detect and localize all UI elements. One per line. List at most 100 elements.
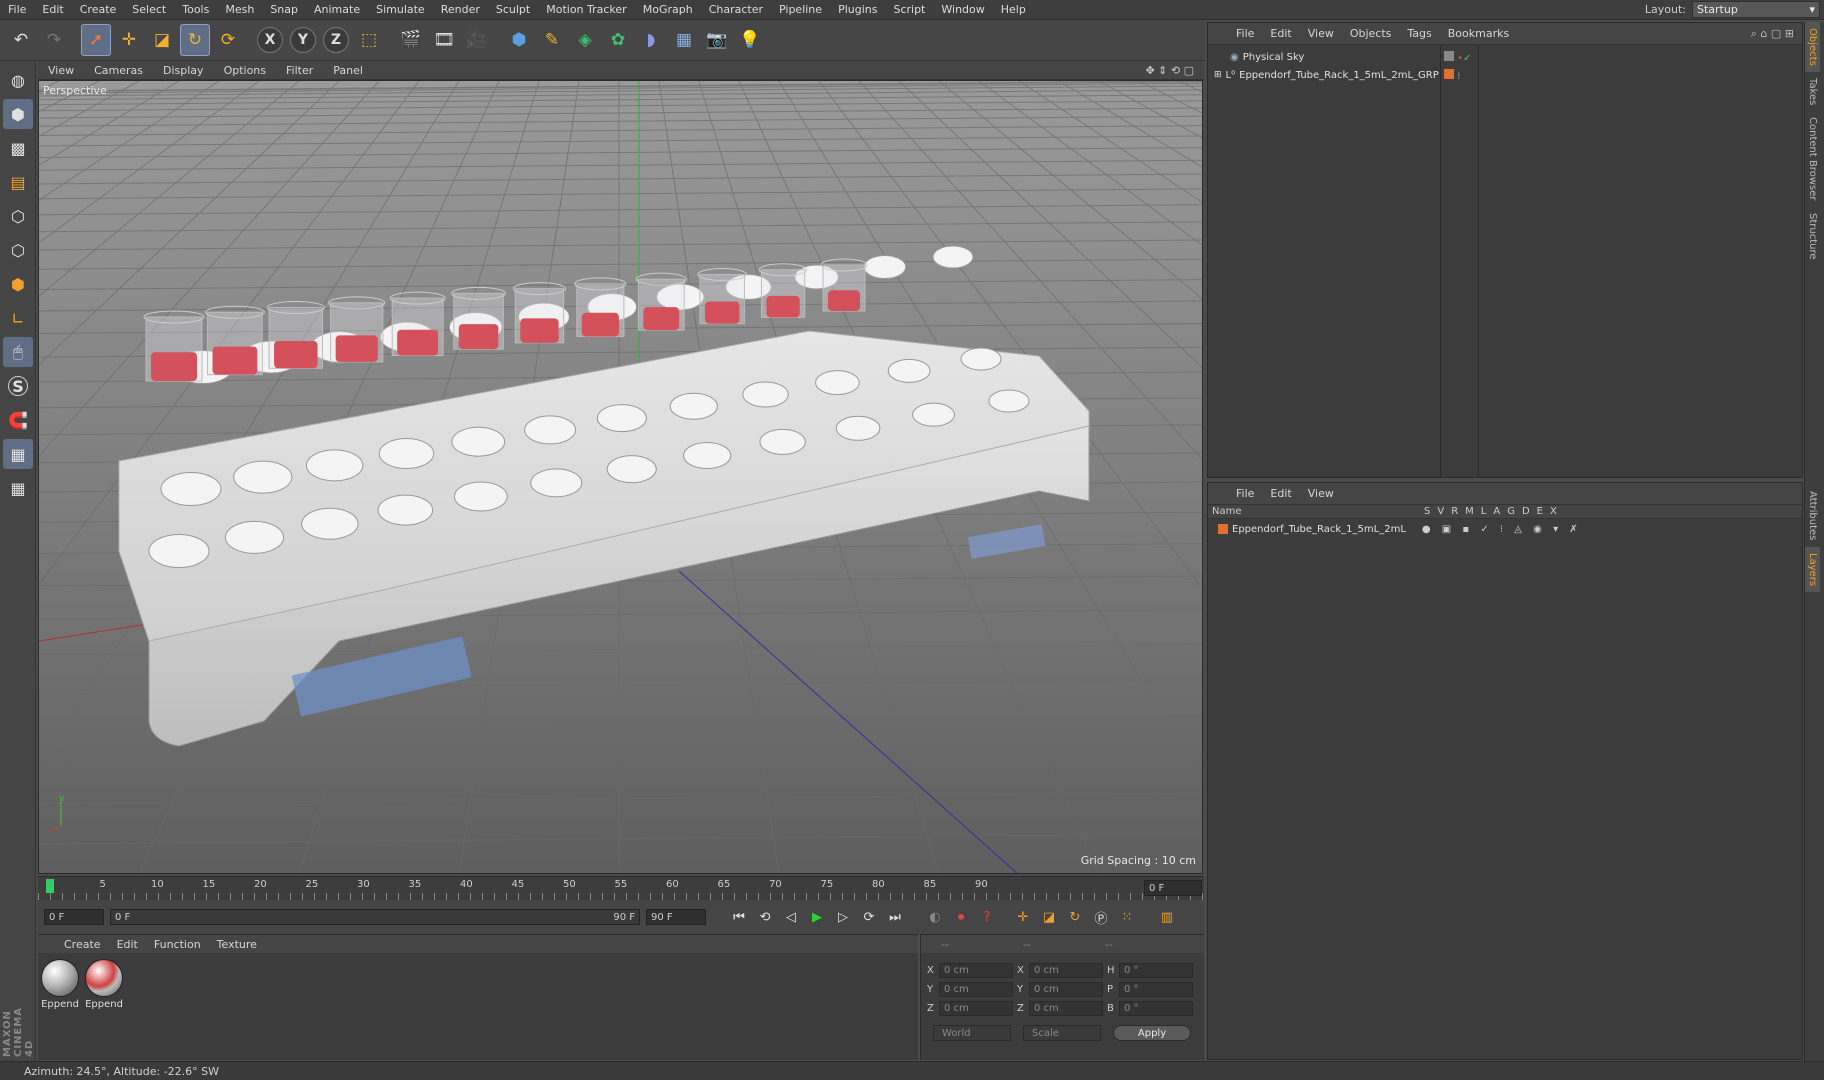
tab-objects[interactable]: Objects: [1805, 22, 1820, 72]
viewport-nav-icons[interactable]: ✥ ⇕ ⟲ ▢: [1135, 64, 1204, 77]
tab-layers[interactable]: Layers: [1805, 546, 1820, 592]
goto-end-button[interactable]: ⏭: [884, 906, 906, 928]
deformer-button[interactable]: ◗: [636, 24, 666, 56]
size-z-field[interactable]: 0 cm: [1029, 1001, 1103, 1016]
3d-viewport[interactable]: y Perspective Grid Spacing : 10 cm: [38, 80, 1203, 874]
make-editable-button[interactable]: ◍: [3, 65, 33, 95]
edges-mode-button[interactable]: ⬡: [3, 235, 33, 265]
mat-menu-texture[interactable]: Texture: [209, 938, 265, 951]
menu-edit[interactable]: Edit: [34, 3, 71, 16]
obj-menu-view[interactable]: View: [1300, 27, 1342, 40]
layer-col-l[interactable]: L: [1481, 506, 1487, 517]
frame-range-slider[interactable]: 0 F 90 F: [110, 909, 640, 925]
layout-dropdown[interactable]: Startup ▾: [1692, 1, 1820, 18]
next-key-button[interactable]: ⟳: [858, 906, 880, 928]
menu-animate[interactable]: Animate: [306, 3, 368, 16]
goto-start-button[interactable]: ⏮: [728, 906, 750, 928]
pen-button[interactable]: ✎: [537, 24, 567, 56]
workplane-button[interactable]: ▤: [3, 167, 33, 197]
pos-x-field[interactable]: 0 cm: [939, 963, 1013, 978]
obj-menu-objects[interactable]: Objects: [1342, 27, 1400, 40]
texture-mode-button[interactable]: ▩: [3, 133, 33, 163]
object-row[interactable]: ◉ Physical Sky: [1230, 49, 1304, 65]
max-frame-field[interactable]: 90 F: [646, 909, 706, 925]
menu-sculpt[interactable]: Sculpt: [488, 3, 538, 16]
menu-window[interactable]: Window: [933, 3, 992, 16]
render-picture-viewer-button[interactable]: 🎞: [429, 24, 459, 56]
layer-col-x[interactable]: X: [1550, 506, 1557, 517]
subdivision-button[interactable]: ◈: [570, 24, 600, 56]
object-row[interactable]: ⊞ L⁰ Eppendorf_Tube_Rack_1_5mL_2mL_GRP: [1214, 67, 1439, 83]
prev-frame-button[interactable]: ◁: [780, 906, 802, 928]
rot-p-field[interactable]: 0 °: [1119, 982, 1193, 997]
menu-plugins[interactable]: Plugins: [830, 3, 885, 16]
render-view-button[interactable]: 🎬: [396, 24, 426, 56]
viewport-menu-cameras[interactable]: Cameras: [84, 64, 153, 77]
grid-lock-button[interactable]: ▦: [3, 473, 33, 503]
cloner-button[interactable]: ✿: [603, 24, 633, 56]
menu-simulate[interactable]: Simulate: [368, 3, 433, 16]
material-swatch[interactable]: Eppend: [84, 959, 124, 1010]
scale-button[interactable]: ◪: [147, 24, 177, 56]
key-position-button[interactable]: ✛: [1012, 906, 1034, 928]
pos-y-field[interactable]: 0 cm: [939, 982, 1013, 997]
mat-menu-edit[interactable]: Edit: [109, 938, 146, 951]
key-rotation-button[interactable]: ↻: [1064, 906, 1086, 928]
rot-h-field[interactable]: 0 °: [1119, 963, 1193, 978]
mat-menu-function[interactable]: Function: [146, 938, 209, 951]
coord-system-button[interactable]: ⬚: [354, 24, 384, 56]
tweak-mode-button[interactable]: 🖱: [3, 337, 33, 367]
layer-menu-file[interactable]: File: [1228, 487, 1262, 500]
layer-menu-edit[interactable]: Edit: [1262, 487, 1299, 500]
obj-menu-edit[interactable]: Edit: [1262, 27, 1299, 40]
size-x-field[interactable]: 0 cm: [1029, 963, 1103, 978]
recent-tool-button[interactable]: ⟳: [213, 24, 243, 56]
layer-col-d[interactable]: D: [1522, 506, 1530, 517]
y-axis-button[interactable]: Y: [288, 24, 318, 56]
redo-button[interactable]: ↷: [39, 24, 69, 56]
key-pla-button[interactable]: ⁙: [1116, 906, 1138, 928]
rack-tags[interactable]: ⁝: [1444, 69, 1460, 82]
layer-col-e[interactable]: E: [1537, 506, 1543, 517]
mat-menu-create[interactable]: Create: [56, 938, 109, 951]
camera-button[interactable]: 📷: [702, 24, 732, 56]
undo-button[interactable]: ↶: [6, 24, 36, 56]
sky-tags[interactable]: •✓: [1444, 51, 1471, 64]
viewport-menu-display[interactable]: Display: [153, 64, 214, 77]
cube-button[interactable]: ⬢: [504, 24, 534, 56]
obj-menu-bookmarks[interactable]: Bookmarks: [1440, 27, 1517, 40]
layer-flags[interactable]: ● ▣ ▪ ✓ ⁝ ◬ ◉ ▾ ✗: [1422, 524, 1582, 535]
menu-tools[interactable]: Tools: [174, 3, 217, 16]
timeline-ruler[interactable]: 051015202530354045505560657075808590 0 F: [38, 876, 1204, 901]
menu-snap[interactable]: Snap: [262, 3, 306, 16]
layer-row[interactable]: Eppendorf_Tube_Rack_1_5mL_2mL ● ▣ ▪ ✓ ⁝ …: [1218, 521, 1582, 537]
coord-system-dropdown[interactable]: World: [933, 1025, 1011, 1041]
rotate-button[interactable]: ↻: [180, 24, 210, 56]
menu-render[interactable]: Render: [433, 3, 488, 16]
key-scale-button[interactable]: ◪: [1038, 906, 1060, 928]
layer-col-v[interactable]: V: [1437, 506, 1444, 517]
material-swatch[interactable]: Eppend: [40, 959, 80, 1010]
viewport-menu-filter[interactable]: Filter: [276, 64, 323, 77]
end-frame-field[interactable]: 0 F: [1144, 880, 1202, 896]
floor-button[interactable]: ▦: [669, 24, 699, 56]
viewport-menu-panel[interactable]: Panel: [323, 64, 373, 77]
layer-col-m[interactable]: M: [1465, 506, 1474, 517]
render-settings-button[interactable]: 🎥: [462, 24, 492, 56]
obj-menu-file[interactable]: File: [1228, 27, 1262, 40]
motion-record-button[interactable]: ◐: [924, 906, 946, 928]
menu-pipeline[interactable]: Pipeline: [771, 3, 830, 16]
menu-character[interactable]: Character: [701, 3, 771, 16]
layer-menu-view[interactable]: View: [1300, 487, 1342, 500]
viewport-menu-view[interactable]: View: [38, 64, 84, 77]
prev-key-button[interactable]: ⟲: [754, 906, 776, 928]
light-button[interactable]: 💡: [735, 24, 765, 56]
axis-mode-button[interactable]: ∟: [3, 303, 33, 333]
menu-motion-tracker[interactable]: Motion Tracker: [538, 3, 634, 16]
obj-menu-tags[interactable]: Tags: [1399, 27, 1439, 40]
autokey-button[interactable]: ?: [976, 906, 998, 928]
play-button[interactable]: ▶: [806, 906, 828, 928]
pos-z-field[interactable]: 0 cm: [939, 1001, 1013, 1016]
menu-script[interactable]: Script: [885, 3, 933, 16]
layer-col-g[interactable]: G: [1507, 506, 1515, 517]
